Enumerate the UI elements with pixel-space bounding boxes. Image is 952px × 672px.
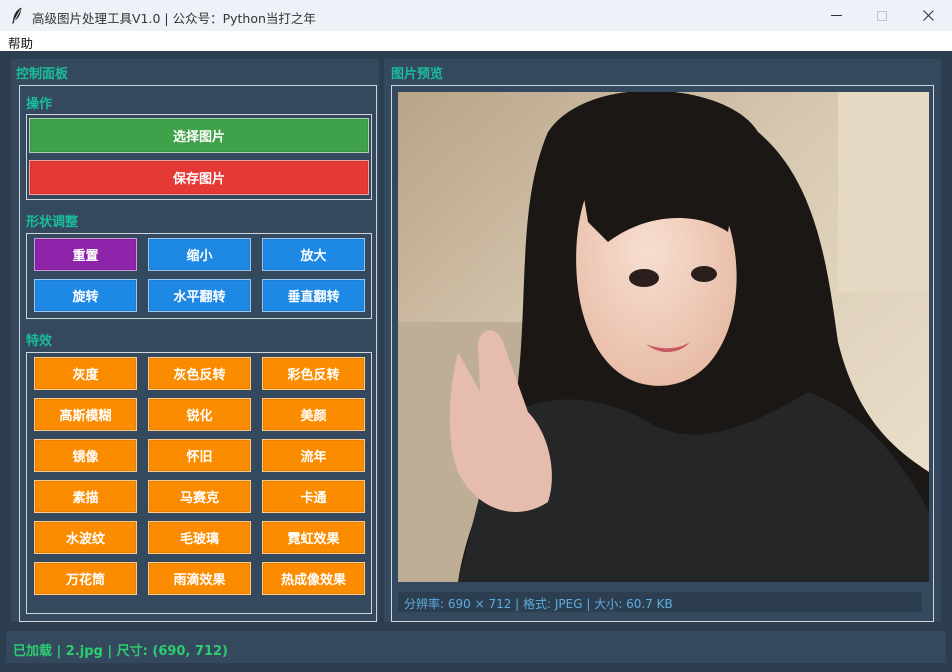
preview-image [398, 92, 929, 582]
effect-raindrop-button[interactable]: 雨滴效果 [148, 562, 251, 595]
image-info-bar: 分辨率: 690 × 712 | 格式: JPEG | 大小: 60.7 KB [398, 592, 922, 612]
reset-button[interactable]: 重置 [34, 238, 137, 271]
effects-group: 灰度 灰色反转 彩色反转 高斯模糊 锐化 美颜 镜像 怀旧 流年 素描 马赛克 … [26, 352, 372, 614]
effect-fleeting-button[interactable]: 流年 [262, 439, 365, 472]
effect-cartoon-button[interactable]: 卡通 [262, 480, 365, 513]
title-bar: 高级图片处理工具V1.0 | 公众号：Python当打之年 [0, 0, 952, 31]
effect-nostalgia-button[interactable]: 怀旧 [148, 439, 251, 472]
effect-mirror-button[interactable]: 镜像 [34, 439, 137, 472]
effect-beautify-button[interactable]: 美颜 [262, 398, 365, 431]
effect-thermal-button[interactable]: 热成像效果 [262, 562, 365, 595]
select-image-button[interactable]: 选择图片 [29, 118, 369, 153]
effect-grayscale-button[interactable]: 灰度 [34, 357, 137, 390]
control-panel-frame: 操作 选择图片 保存图片 形状调整 重置 缩小 放大 旋转 水平翻转 垂直翻转 … [19, 85, 377, 622]
effect-ripple-button[interactable]: 水波纹 [34, 521, 137, 554]
status-bar: 已加载 | 2.jpg | 尺寸: (690, 712) [6, 631, 946, 663]
effect-mosaic-button[interactable]: 马赛克 [148, 480, 251, 513]
control-panel: 控制面板 操作 选择图片 保存图片 形状调整 重置 缩小 放大 旋转 水平翻转 … [11, 59, 379, 622]
effects-title: 特效 [26, 334, 53, 349]
close-button[interactable] [905, 0, 951, 31]
maximize-icon [877, 10, 887, 21]
effect-kaleidoscope-button[interactable]: 万花筒 [34, 562, 137, 595]
operations-group: 选择图片 保存图片 [26, 114, 372, 200]
operations-title: 操作 [26, 97, 53, 112]
menu-help[interactable]: 帮助 [8, 33, 33, 52]
effect-neon-button[interactable]: 霓虹效果 [262, 521, 365, 554]
minimize-icon [830, 15, 842, 16]
maximize-button[interactable] [859, 0, 905, 31]
flip-vertical-button[interactable]: 垂直翻转 [262, 279, 365, 312]
effect-gaussian-blur-button[interactable]: 高斯模糊 [34, 398, 137, 431]
shrink-button[interactable]: 缩小 [148, 238, 251, 271]
portrait-photo [398, 92, 929, 582]
rotate-button[interactable]: 旋转 [34, 279, 137, 312]
feather-icon [11, 7, 23, 24]
effect-sharpen-button[interactable]: 锐化 [148, 398, 251, 431]
effect-color-invert-button[interactable]: 彩色反转 [262, 357, 365, 390]
effect-gray-invert-button[interactable]: 灰色反转 [148, 357, 251, 390]
window-body: 控制面板 操作 选择图片 保存图片 形状调整 重置 缩小 放大 旋转 水平翻转 … [4, 51, 948, 668]
preview-panel-title: 图片预览 [391, 67, 444, 82]
flip-horizontal-button[interactable]: 水平翻转 [148, 279, 251, 312]
effect-frosted-glass-button[interactable]: 毛玻璃 [148, 521, 251, 554]
close-icon [922, 10, 934, 21]
enlarge-button[interactable]: 放大 [262, 238, 365, 271]
effect-sketch-button[interactable]: 素描 [34, 480, 137, 513]
shape-adjust-title: 形状调整 [26, 215, 79, 230]
menu-bar: 帮助 [0, 31, 952, 51]
minimize-button[interactable] [813, 0, 859, 31]
preview-frame: 分辨率: 690 × 712 | 格式: JPEG | 大小: 60.7 KB [391, 85, 934, 622]
save-image-button[interactable]: 保存图片 [29, 160, 369, 195]
control-panel-title: 控制面板 [16, 67, 69, 82]
status-text: 已加载 | 2.jpg | 尺寸: (690, 712) [13, 644, 228, 659]
shape-adjust-group: 重置 缩小 放大 旋转 水平翻转 垂直翻转 [26, 233, 372, 319]
preview-panel: 图片预览 分辨率: 690 × 712 | 格式: JPEG | 大小: 60.… [384, 59, 941, 622]
window-title: 高级图片处理工具V1.0 | 公众号：Python当打之年 [32, 11, 316, 26]
image-info-text: 分辨率: 690 × 712 | 格式: JPEG | 大小: 60.7 KB [404, 597, 673, 611]
